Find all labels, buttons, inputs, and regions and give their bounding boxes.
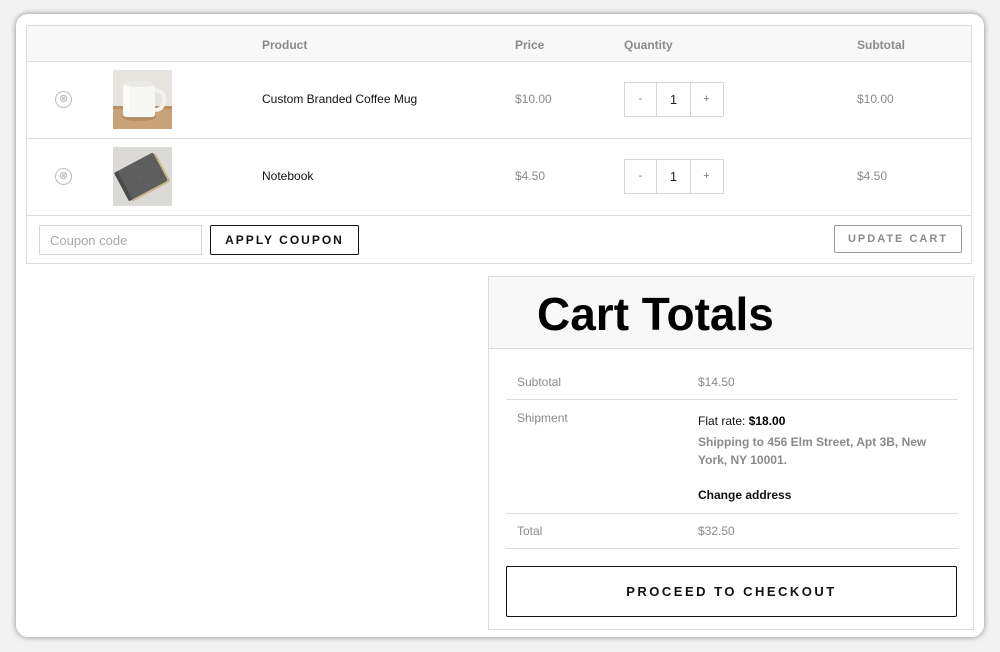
coffee-mug-image[interactable] — [113, 70, 172, 129]
divider — [506, 548, 958, 549]
decrease-quantity-button[interactable]: - — [625, 83, 656, 116]
divider — [506, 399, 958, 400]
quantity-stepper: - 1 + — [624, 82, 724, 117]
product-name[interactable]: Notebook — [262, 169, 313, 183]
cart-page: Product Price Quantity Subtotal ⊗ Custom… — [16, 14, 984, 637]
product-name[interactable]: Custom Branded Coffee Mug — [262, 92, 417, 106]
product-price: $4.50 — [515, 169, 546, 183]
subtotal-column-header: Subtotal — [857, 38, 905, 52]
cart-totals-title: Cart Totals — [537, 288, 774, 340]
cart-table: Product Price Quantity Subtotal ⊗ Custom… — [26, 25, 972, 264]
increase-quantity-button[interactable]: + — [691, 160, 722, 193]
notebook-image[interactable]: ~ — [113, 147, 172, 206]
quantity-input[interactable]: 1 — [656, 83, 691, 116]
cart-row: ⊗ Custom Branded Coffee Mug $10.00 - 1 +… — [27, 62, 971, 139]
subtotal-value: $14.50 — [698, 375, 735, 389]
shipment-label: Shipment — [517, 411, 568, 425]
flat-rate: Flat rate: $18.00 — [698, 414, 785, 428]
flat-rate-prefix: Flat rate: — [698, 414, 749, 428]
update-cart-button[interactable]: UPDATE CART — [834, 225, 962, 253]
cart-totals-panel: Cart Totals Subtotal $14.50 Shipment Fla… — [488, 276, 974, 630]
cart-row: ⊗ ~ Notebook $4.50 - 1 + $4.50 — [27, 139, 971, 216]
subtotal-label: Subtotal — [517, 375, 562, 389]
flat-rate-value: $18.00 — [748, 414, 786, 428]
quantity-input[interactable]: 1 — [656, 160, 691, 193]
remove-item-icon[interactable]: ⊗ — [55, 168, 72, 185]
quantity-column-header: Quantity — [624, 38, 673, 52]
product-column-header: Product — [262, 38, 308, 52]
apply-coupon-button[interactable]: APPLY COUPON — [210, 225, 359, 255]
line-subtotal: $10.00 — [857, 92, 894, 106]
shipping-destination: Shipping to 456 Elm Street, Apt 3B, New … — [698, 435, 927, 467]
remove-item-icon[interactable]: ⊗ — [55, 91, 72, 108]
divider — [506, 513, 958, 514]
increase-quantity-button[interactable]: + — [691, 83, 722, 116]
proceed-to-checkout-button[interactable]: PROCEED TO CHECKOUT — [506, 566, 957, 617]
product-price: $10.00 — [515, 92, 552, 106]
cart-totals-header: Cart Totals — [489, 277, 973, 349]
change-address-link[interactable]: Change address — [698, 488, 791, 502]
cart-table-header: Product Price Quantity Subtotal — [27, 26, 971, 62]
decrease-quantity-button[interactable]: - — [625, 160, 656, 193]
line-subtotal: $4.50 — [857, 169, 888, 183]
price-column-header: Price — [515, 38, 545, 52]
total-label: Total — [517, 524, 543, 538]
quantity-stepper: - 1 + — [624, 159, 724, 194]
coupon-code-input[interactable] — [39, 225, 202, 255]
total-value: $32.50 — [698, 524, 735, 538]
